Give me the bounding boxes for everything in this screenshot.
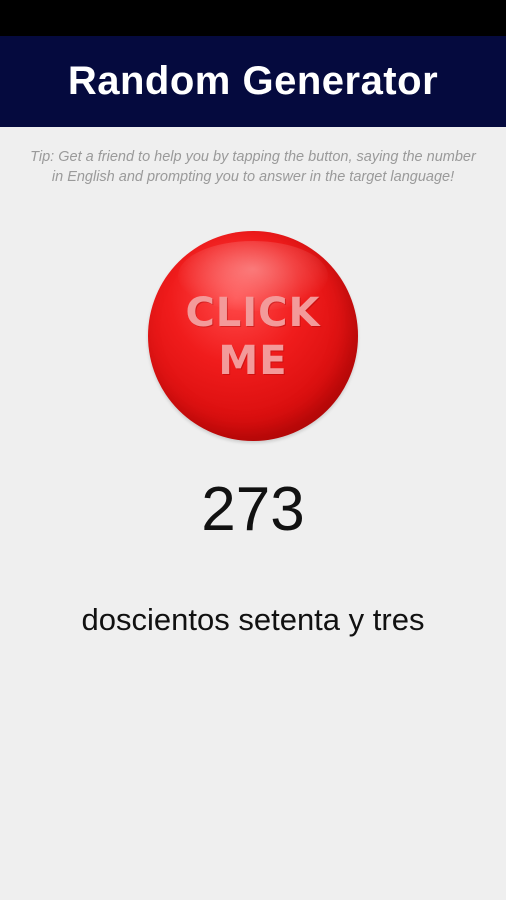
- number-in-words: doscientos setenta y tres: [81, 602, 425, 637]
- random-number: 273: [201, 475, 305, 544]
- button-label-line1: CLICK: [185, 290, 321, 336]
- click-me-button[interactable]: CLICK ME: [148, 231, 358, 441]
- app-bar: Random Generator: [0, 36, 506, 127]
- status-bar: [0, 0, 506, 36]
- button-label-line2: ME: [218, 338, 288, 384]
- tip-text: Tip: Get a friend to help you by tapping…: [30, 149, 476, 185]
- app-title: Random Generator: [67, 59, 439, 103]
